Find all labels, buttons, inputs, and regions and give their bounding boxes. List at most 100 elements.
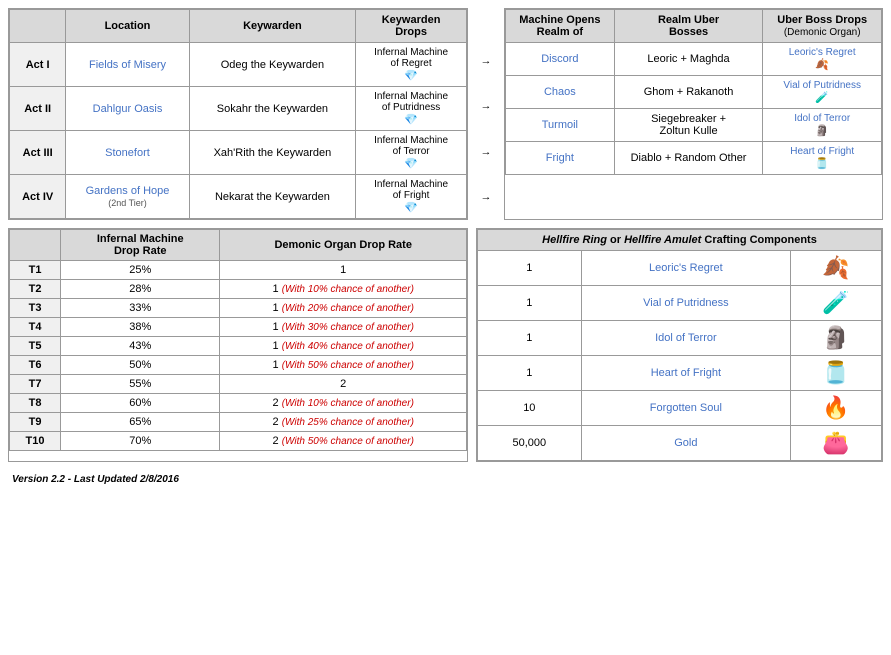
table-row: 1Idol of Terror🗿 bbox=[478, 321, 882, 356]
realm-cell: Chaos bbox=[506, 76, 615, 109]
col-header-act bbox=[10, 10, 66, 43]
organ-rate-cell: 1 (With 30% chance of another) bbox=[220, 318, 467, 337]
table-row: T125%1 bbox=[10, 261, 467, 280]
tier-cell: T2 bbox=[10, 280, 61, 299]
note-text: (With 40% chance of another) bbox=[282, 341, 414, 352]
qty-cell: 1 bbox=[478, 321, 582, 356]
organ-rate-cell: 1 (With 20% chance of another) bbox=[220, 299, 467, 318]
drop-name: Idol of Terror bbox=[769, 113, 875, 124]
drop-cell: Leoric's Regret 🍂 bbox=[763, 43, 882, 76]
tier-cell: T5 bbox=[10, 337, 61, 356]
organ-rate-cell: 2 bbox=[220, 375, 467, 394]
crafting-header: Hellfire Ring or Hellfire Amulet Craftin… bbox=[478, 230, 882, 251]
organ-rate-cell: 2 (With 50% chance of another) bbox=[220, 432, 467, 451]
drop-icon: 🍂 bbox=[769, 58, 875, 71]
table-row: T860%2 (With 10% chance of another) bbox=[10, 394, 467, 413]
machine-cell: Infernal Machineof Putridness 💎 bbox=[356, 87, 467, 131]
drop-icon: 🫙 bbox=[769, 157, 875, 170]
col-header-bosses: Realm UberBosses bbox=[614, 10, 763, 43]
table-row: T650%1 (With 50% chance of another) bbox=[10, 356, 467, 375]
bosses-cell: Ghom + Rakanoth bbox=[614, 76, 763, 109]
arrow-3: → bbox=[481, 146, 492, 158]
act-label: Act III bbox=[10, 131, 66, 175]
tier-cell: T9 bbox=[10, 413, 61, 432]
tier-cell: T8 bbox=[10, 394, 61, 413]
act-label: Act II bbox=[10, 87, 66, 131]
crafting-table: Hellfire Ring or Hellfire Amulet Craftin… bbox=[477, 229, 882, 461]
col-header-tier bbox=[10, 230, 61, 261]
table-row: Act II Dahlgur Oasis Sokahr the Keywarde… bbox=[10, 87, 467, 131]
drop-name: Heart of Fright bbox=[769, 146, 875, 157]
machine-name: Infernal Machineof Fright bbox=[362, 179, 460, 201]
drop-rate-table: Infernal MachineDrop Rate Demonic Organ … bbox=[9, 229, 467, 451]
item-icon-cell: 🍂 bbox=[791, 251, 882, 286]
qty-cell: 1 bbox=[478, 286, 582, 321]
item-name-cell: Gold bbox=[581, 426, 791, 461]
drop-cell: Idol of Terror 🗿 bbox=[763, 109, 882, 142]
item-name-cell: Leoric's Regret bbox=[581, 251, 791, 286]
act-label: Act I bbox=[10, 43, 66, 87]
item-icon-cell: 🫙 bbox=[791, 356, 882, 391]
arrow-column: → → → → bbox=[476, 8, 496, 220]
keywarden-cell: Odeg the Keywarden bbox=[189, 43, 356, 87]
machine-icon: 💎 bbox=[362, 113, 460, 126]
machine-icon: 💎 bbox=[362, 157, 460, 170]
drop-rate-cell: 33% bbox=[61, 299, 220, 318]
drop-icon: 🧪 bbox=[769, 91, 875, 104]
note-text: (With 30% chance of another) bbox=[282, 322, 414, 333]
table-row: T333%1 (With 20% chance of another) bbox=[10, 299, 467, 318]
tier-cell: T3 bbox=[10, 299, 61, 318]
table-row: Turmoil Siegebreaker +Zoltun Kulle Idol … bbox=[506, 109, 882, 142]
act-label: Act IV bbox=[10, 175, 66, 219]
col-header-uberdrop: Uber Boss Drops(Demonic Organ) bbox=[763, 10, 882, 43]
machine-name: Infernal Machineof Terror bbox=[362, 135, 460, 157]
bosses-cell: Siegebreaker +Zoltun Kulle bbox=[614, 109, 763, 142]
organ-rate-cell: 1 (With 40% chance of another) bbox=[220, 337, 467, 356]
bosses-cell: Leoric + Maghda bbox=[614, 43, 763, 76]
table-row: Act III Stonefort Xah'Rith the Keywarden… bbox=[10, 131, 467, 175]
organ-rate-cell: 1 (With 10% chance of another) bbox=[220, 280, 467, 299]
realm-cell: Discord bbox=[506, 43, 615, 76]
note-text: (With 25% chance of another) bbox=[282, 417, 414, 428]
col-header-machine-drop: Infernal MachineDrop Rate bbox=[61, 230, 220, 261]
machine-cell: Infernal Machineof Fright 💎 bbox=[356, 175, 467, 219]
keywarden-cell: Nekarat the Keywarden bbox=[189, 175, 356, 219]
note-text: (With 50% chance of another) bbox=[282, 436, 414, 447]
table-row: T543%1 (With 40% chance of another) bbox=[10, 337, 467, 356]
table-row: 1Heart of Fright🫙 bbox=[478, 356, 882, 391]
qty-cell: 10 bbox=[478, 391, 582, 426]
machine-cell: Infernal Machineof Terror 💎 bbox=[356, 131, 467, 175]
table-row: T1070%2 (With 50% chance of another) bbox=[10, 432, 467, 451]
drop-rate-cell: 38% bbox=[61, 318, 220, 337]
item-icon-cell: 🗿 bbox=[791, 321, 882, 356]
note-text: (With 10% chance of another) bbox=[282, 398, 414, 409]
drop-rate-cell: 25% bbox=[61, 261, 220, 280]
item-name-cell: Idol of Terror bbox=[581, 321, 791, 356]
table-row: 1Vial of Putridness🧪 bbox=[478, 286, 882, 321]
drop-name: Leoric's Regret bbox=[769, 47, 875, 58]
bottom-section: Infernal MachineDrop Rate Demonic Organ … bbox=[8, 228, 883, 462]
note-text: (With 10% chance of another) bbox=[282, 284, 414, 295]
keywarden-table-container: Location Keywarden KeywardenDrops Act I … bbox=[8, 8, 468, 220]
table-row: 10Forgotten Soul🔥 bbox=[478, 391, 882, 426]
item-icon-cell: 🔥 bbox=[791, 391, 882, 426]
drop-rate-table-container: Infernal MachineDrop Rate Demonic Organ … bbox=[8, 228, 468, 462]
machine-cell: Infernal Machineof Regret 💎 bbox=[356, 43, 467, 87]
col-header-realm: Machine OpensRealm of bbox=[506, 10, 615, 43]
table-row: 1Leoric's Regret🍂 bbox=[478, 251, 882, 286]
table-row: 50,000Gold👛 bbox=[478, 426, 882, 461]
item-icon-cell: 👛 bbox=[791, 426, 882, 461]
table-row: T438%1 (With 30% chance of another) bbox=[10, 318, 467, 337]
realm-table: Machine OpensRealm of Realm UberBosses U… bbox=[505, 9, 882, 175]
col-header-organ-drop: Demonic Organ Drop Rate bbox=[220, 230, 467, 261]
table-row: T755%2 bbox=[10, 375, 467, 394]
drop-rate-cell: 70% bbox=[61, 432, 220, 451]
location-cell: Gardens of Hope(2nd Tier) bbox=[66, 175, 189, 219]
item-name-cell: Forgotten Soul bbox=[581, 391, 791, 426]
qty-cell: 1 bbox=[478, 356, 582, 391]
organ-rate-cell: 1 (With 50% chance of another) bbox=[220, 356, 467, 375]
organ-rate-cell: 2 (With 25% chance of another) bbox=[220, 413, 467, 432]
tier-cell: T10 bbox=[10, 432, 61, 451]
drop-cell: Heart of Fright 🫙 bbox=[763, 142, 882, 175]
note-text: (With 20% chance of another) bbox=[282, 303, 414, 314]
